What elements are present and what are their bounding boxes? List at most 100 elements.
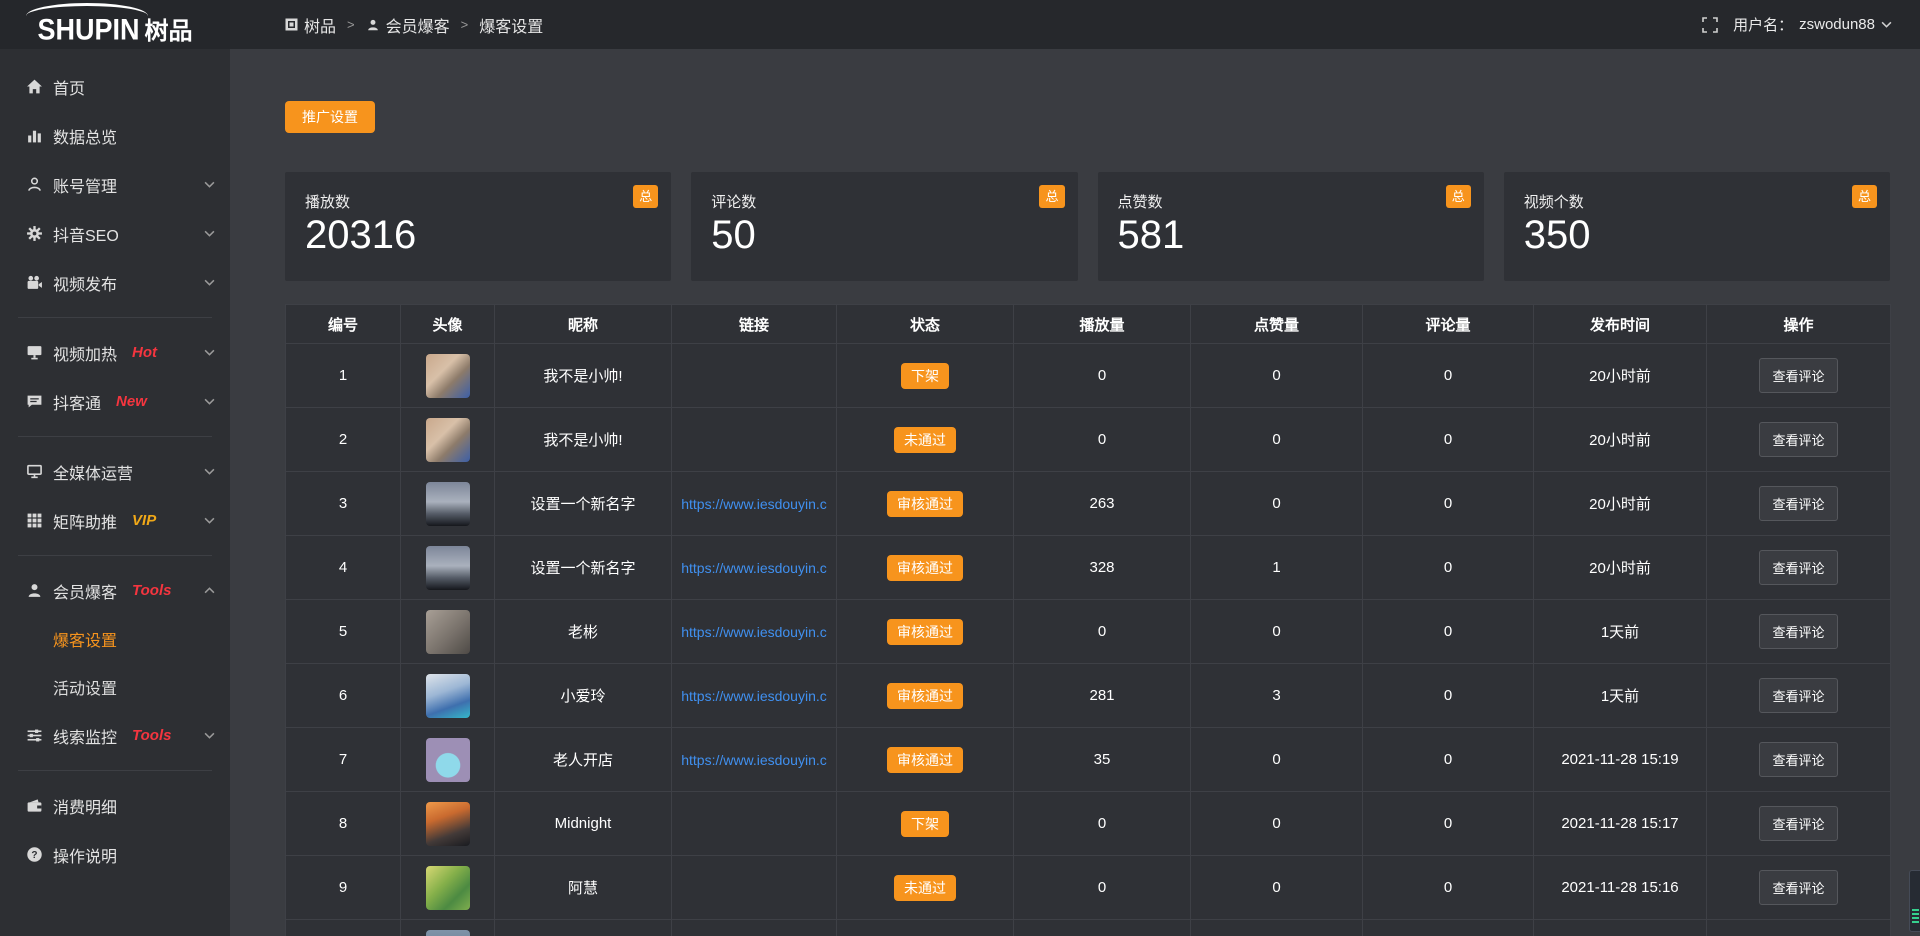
sidebar-item-home[interactable]: 首页 <box>0 62 230 111</box>
cell-number <box>286 920 401 936</box>
wallet-icon <box>25 797 43 815</box>
floating-widget[interactable] <box>1909 870 1920 932</box>
grid-icon <box>25 512 43 530</box>
cell-number: 3 <box>286 472 401 536</box>
status-badge: 下架 <box>901 363 949 389</box>
logo-text-en: SHUPIN <box>37 16 139 45</box>
cell-plays <box>1014 920 1191 936</box>
avatar <box>426 866 470 910</box>
sidebar-item-clue-monitor[interactable]: 线索监控 Tools <box>0 711 230 760</box>
video-link[interactable]: https://www.iesdouyin.c <box>681 496 827 512</box>
col-header-publish-time: 发布时间 <box>1534 305 1707 344</box>
view-comments-button[interactable]: 查看评论 <box>1759 678 1837 713</box>
col-header-avatar: 头像 <box>401 305 495 344</box>
view-comments-button[interactable]: 查看评论 <box>1759 358 1837 393</box>
cell-likes: 0 <box>1191 792 1363 856</box>
sidebar-subitem-baoke-settings[interactable]: 爆客设置 <box>0 615 230 663</box>
sidebar-item-matrix-boost[interactable]: 矩阵助推 VIP <box>0 496 230 545</box>
col-header-likes: 点赞量 <box>1191 305 1363 344</box>
cell-nickname: Midnight <box>495 792 672 856</box>
breadcrumb-label: 会员爆客 <box>386 13 450 37</box>
user-menu[interactable]: 用户名： zswodun88 <box>1733 14 1892 35</box>
breadcrumb-item-member[interactable]: 会员爆客 <box>366 13 450 37</box>
cell-number: 8 <box>286 792 401 856</box>
view-comments-button[interactable]: 查看评论 <box>1759 422 1837 457</box>
sidebar-item-consumption-detail[interactable]: 消费明细 <box>0 781 230 830</box>
cell-nickname: 阿慧 <box>495 856 672 920</box>
sidebar-menu: 首页 数据总览 账号管理 抖音SEO 视频发布 视频加热 Hot <box>0 49 230 879</box>
cell-likes: 0 <box>1191 600 1363 664</box>
breadcrumb-label: 爆客设置 <box>479 13 543 37</box>
table-row: 7 老人开店 https://www.iesdouyin.c 审核通过 35 0… <box>286 728 1891 792</box>
sidebar-item-label: 账号管理 <box>53 173 117 197</box>
table-row: 4 设置一个新名字 https://www.iesdouyin.c 审核通过 3… <box>286 536 1891 600</box>
cell-likes: 3 <box>1191 664 1363 728</box>
promotion-settings-button[interactable]: 推广设置 <box>285 101 375 133</box>
cell-likes <box>1191 920 1363 936</box>
sidebar-item-douketong[interactable]: 抖客通 New <box>0 377 230 426</box>
stat-cards: 播放数 20316 总 评论数 50 总 点赞数 581 总 视频个数 350 … <box>285 172 1890 281</box>
tools-badge: Tools <box>132 727 171 744</box>
sidebar-item-data-overview[interactable]: 数据总览 <box>0 111 230 160</box>
breadcrumb-item-home[interactable]: 树品 <box>285 13 336 37</box>
videos-table: 编号 头像 昵称 链接 状态 播放量 点赞量 评论量 发布时间 操作 1 我不是… <box>285 304 1891 936</box>
video-link[interactable]: https://www.iesdouyin.c <box>681 560 827 576</box>
sidebar-item-video-publish[interactable]: 视频发布 <box>0 258 230 307</box>
cell-publish-time: 1天前 <box>1534 600 1707 664</box>
cell-likes: 0 <box>1191 344 1363 408</box>
view-comments-button[interactable]: 查看评论 <box>1759 486 1837 521</box>
cell-comments: 0 <box>1363 856 1534 920</box>
cell-publish-time: 20小时前 <box>1534 472 1707 536</box>
sidebar-item-label: 全媒体运营 <box>53 460 133 484</box>
chevron-down-icon <box>204 468 215 475</box>
view-comments-button[interactable]: 查看评论 <box>1759 806 1837 841</box>
table-row: 8 Midnight 下架 0 0 0 2021-11-28 15:17 查看评… <box>286 792 1891 856</box>
sidebar-item-label: 消费明细 <box>53 794 117 818</box>
chevron-down-icon <box>204 732 215 739</box>
cell-plays: 263 <box>1014 472 1191 536</box>
fullscreen-icon[interactable] <box>1702 17 1718 33</box>
sidebar-item-video-heat[interactable]: 视频加热 Hot <box>0 328 230 377</box>
cell-comments: 0 <box>1363 792 1534 856</box>
cell-comments <box>1363 920 1534 936</box>
video-link[interactable]: https://www.iesdouyin.c <box>681 624 827 640</box>
breadcrumb-item-current[interactable]: 爆客设置 <box>479 13 543 37</box>
sliders-icon <box>25 727 43 745</box>
col-header-status: 状态 <box>837 305 1014 344</box>
view-comments-button[interactable]: 查看评论 <box>1759 742 1837 777</box>
view-comments-button[interactable]: 查看评论 <box>1759 550 1837 585</box>
status-badge: 审核通过 <box>887 491 963 517</box>
sidebar-item-account-mgmt[interactable]: 账号管理 <box>0 160 230 209</box>
app-logo[interactable]: SHUPIN 树品 <box>0 0 230 49</box>
status-badge: 审核通过 <box>887 619 963 645</box>
status-badge: 未通过 <box>894 875 956 901</box>
view-comments-button[interactable]: 查看评论 <box>1759 614 1837 649</box>
avatar <box>426 738 470 782</box>
sidebar-item-instructions[interactable]: ? 操作说明 <box>0 830 230 879</box>
sidebar-item-omnimedia[interactable]: 全媒体运营 <box>0 447 230 496</box>
total-badge: 总 <box>1852 185 1877 208</box>
home-icon <box>25 78 43 96</box>
cell-number: 5 <box>286 600 401 664</box>
cell-likes: 0 <box>1191 472 1363 536</box>
video-link[interactable]: https://www.iesdouyin.c <box>681 752 827 768</box>
col-header-nickname: 昵称 <box>495 305 672 344</box>
avatar <box>426 546 470 590</box>
sidebar-item-member-baoke[interactable]: 会员爆客 Tools <box>0 566 230 615</box>
hot-badge: Hot <box>132 344 157 361</box>
sidebar-divider <box>18 555 212 556</box>
status-badge: 审核通过 <box>887 683 963 709</box>
chat-bubble-icon <box>25 393 43 411</box>
video-link[interactable]: https://www.iesdouyin.c <box>681 688 827 704</box>
total-badge: 总 <box>1446 185 1471 208</box>
sidebar-item-douyin-seo[interactable]: 抖音SEO <box>0 209 230 258</box>
cell-number: 1 <box>286 344 401 408</box>
sidebar-item-label: 操作说明 <box>53 843 117 867</box>
sidebar-item-label: 首页 <box>53 75 85 99</box>
view-comments-button[interactable]: 查看评论 <box>1759 870 1837 905</box>
cell-likes: 0 <box>1191 408 1363 472</box>
cell-publish-time: 20小时前 <box>1534 536 1707 600</box>
sidebar-subitem-activity-settings[interactable]: 活动设置 <box>0 663 230 711</box>
cell-plays: 0 <box>1014 408 1191 472</box>
cell-number: 9 <box>286 856 401 920</box>
